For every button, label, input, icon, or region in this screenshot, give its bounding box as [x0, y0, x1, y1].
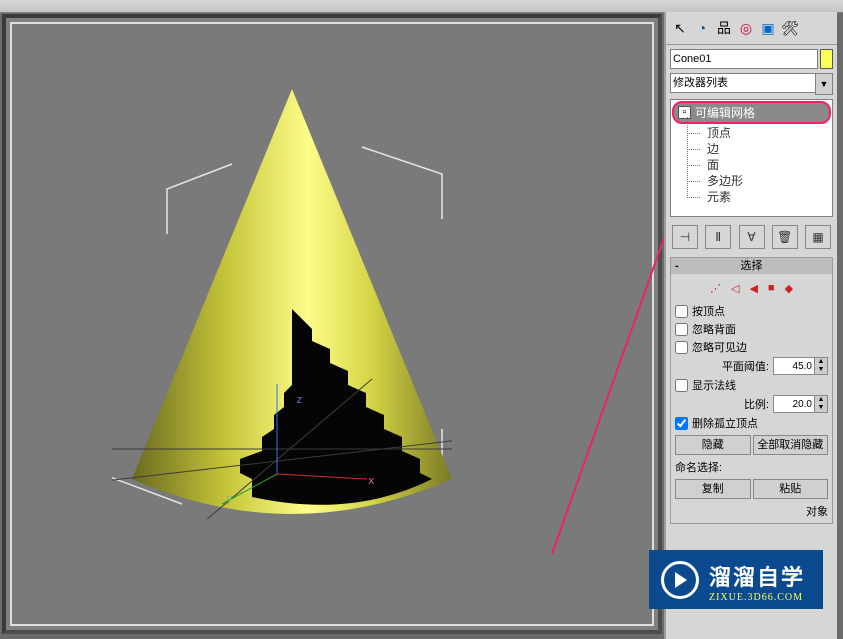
create-tab-icon[interactable]: ↖	[670, 18, 690, 38]
watermark-title: 溜溜自学	[709, 560, 805, 592]
axis-x-label: x	[368, 474, 375, 487]
polygon-mode-icon[interactable]: ■	[768, 282, 775, 295]
make-unique-icon[interactable]: ∀	[739, 225, 765, 249]
hierarchy-tab-icon[interactable]: 品	[714, 18, 734, 38]
utilities-tab-icon[interactable]: 🛠	[780, 18, 800, 38]
modify-tab-icon[interactable]: ◔	[692, 18, 712, 38]
normals-scale-input[interactable]	[773, 395, 815, 413]
unhide-all-button[interactable]: 全部取消隐藏	[753, 435, 829, 455]
modifier-list-caret[interactable]: ▼	[815, 73, 833, 95]
subobject-element[interactable]: 元素	[671, 189, 832, 205]
vertex-mode-icon[interactable]: ⋰	[710, 282, 721, 295]
ignore-visible-edges-checkbox[interactable]	[675, 341, 688, 354]
planar-threshold-spinner[interactable]: ▲▼	[815, 357, 828, 375]
planar-threshold-label: 平面阈值:	[722, 358, 769, 374]
object-name-input[interactable]	[670, 49, 818, 69]
by-vertex-label: 按顶点	[692, 303, 725, 319]
delete-isolated-label: 删除孤立顶点	[692, 415, 758, 431]
delete-isolated-checkbox[interactable]	[675, 417, 688, 430]
modifier-stack-buttons: ⊣ Ⅱ ∀ 🗑 ▦	[670, 223, 833, 251]
modifier-list-dropdown[interactable]: 修改器列表	[670, 73, 815, 93]
normals-scale-spinner[interactable]: ▲▼	[815, 395, 828, 413]
ignore-visible-edges-label: 忽略可见边	[692, 339, 747, 355]
named-selection-label: 命名选择:	[675, 459, 828, 475]
element-mode-icon[interactable]: ◆	[785, 282, 793, 295]
face-mode-icon[interactable]: ◀	[749, 282, 757, 295]
ignore-backfacing-label: 忽略背面	[692, 321, 736, 337]
selection-rollout-title: 选择	[741, 260, 763, 272]
hide-button[interactable]: 隐藏	[675, 435, 751, 455]
planar-threshold-input[interactable]	[773, 357, 815, 375]
remove-modifier-icon[interactable]: 🗑	[772, 225, 798, 249]
display-tab-icon[interactable]: ▣	[758, 18, 778, 38]
watermark-url: ZIXUE.3D66.COM	[709, 592, 805, 603]
perspective-viewport[interactable]: z x y	[2, 14, 662, 634]
command-panel-tabs[interactable]: ↖ ◔ 品 ◎ ▣ 🛠	[666, 12, 837, 45]
copy-selection-button[interactable]: 复制	[675, 479, 751, 499]
motion-tab-icon[interactable]: ◎	[736, 18, 756, 38]
modifier-stack[interactable]: ▫ 可编辑网格 顶点 边 面 多边形 元素	[670, 99, 833, 217]
selection-rollout: - 选择 ⋰ ◁ ◀ ■ ◆ 按顶点 忽略背面 忽略可见边 平面阈值:	[670, 257, 833, 524]
command-panel: ↖ ◔ 品 ◎ ▣ 🛠 修改器列表 ▼ ▫ 可编辑网格 顶点 边 面 多边形 元…	[664, 12, 837, 639]
pin-stack-icon[interactable]: ⊣	[672, 225, 698, 249]
subobject-selection-icons: ⋰ ◁ ◀ ■ ◆	[675, 282, 828, 295]
rollout-toggle-icon[interactable]: -	[675, 258, 679, 274]
normals-scale-label: 比例:	[744, 396, 769, 412]
watermark-badge: 溜溜自学 ZIXUE.3D66.COM	[649, 550, 823, 609]
show-result-icon[interactable]: Ⅱ	[705, 225, 731, 249]
ignore-backfacing-checkbox[interactable]	[675, 323, 688, 336]
paste-selection-button[interactable]: 粘贴	[753, 479, 829, 499]
object-color-swatch[interactable]	[820, 49, 833, 69]
axis-z-label: z	[296, 393, 303, 406]
cone-geometry	[112, 79, 452, 519]
modifier-stack-root-label: 可编辑网格	[695, 104, 755, 121]
axis-y-label: y	[226, 492, 233, 505]
configure-sets-icon[interactable]: ▦	[805, 225, 831, 249]
by-vertex-checkbox[interactable]	[675, 305, 688, 318]
edge-mode-icon[interactable]: ◁	[731, 282, 739, 295]
show-normals-label: 显示法线	[692, 377, 736, 393]
viewport-inner: z x y	[10, 22, 654, 626]
play-icon	[661, 561, 699, 599]
selection-rollout-header[interactable]: - 选择	[671, 258, 832, 274]
show-normals-checkbox[interactable]	[675, 379, 688, 392]
object-suffix-label: 对象	[675, 503, 828, 519]
